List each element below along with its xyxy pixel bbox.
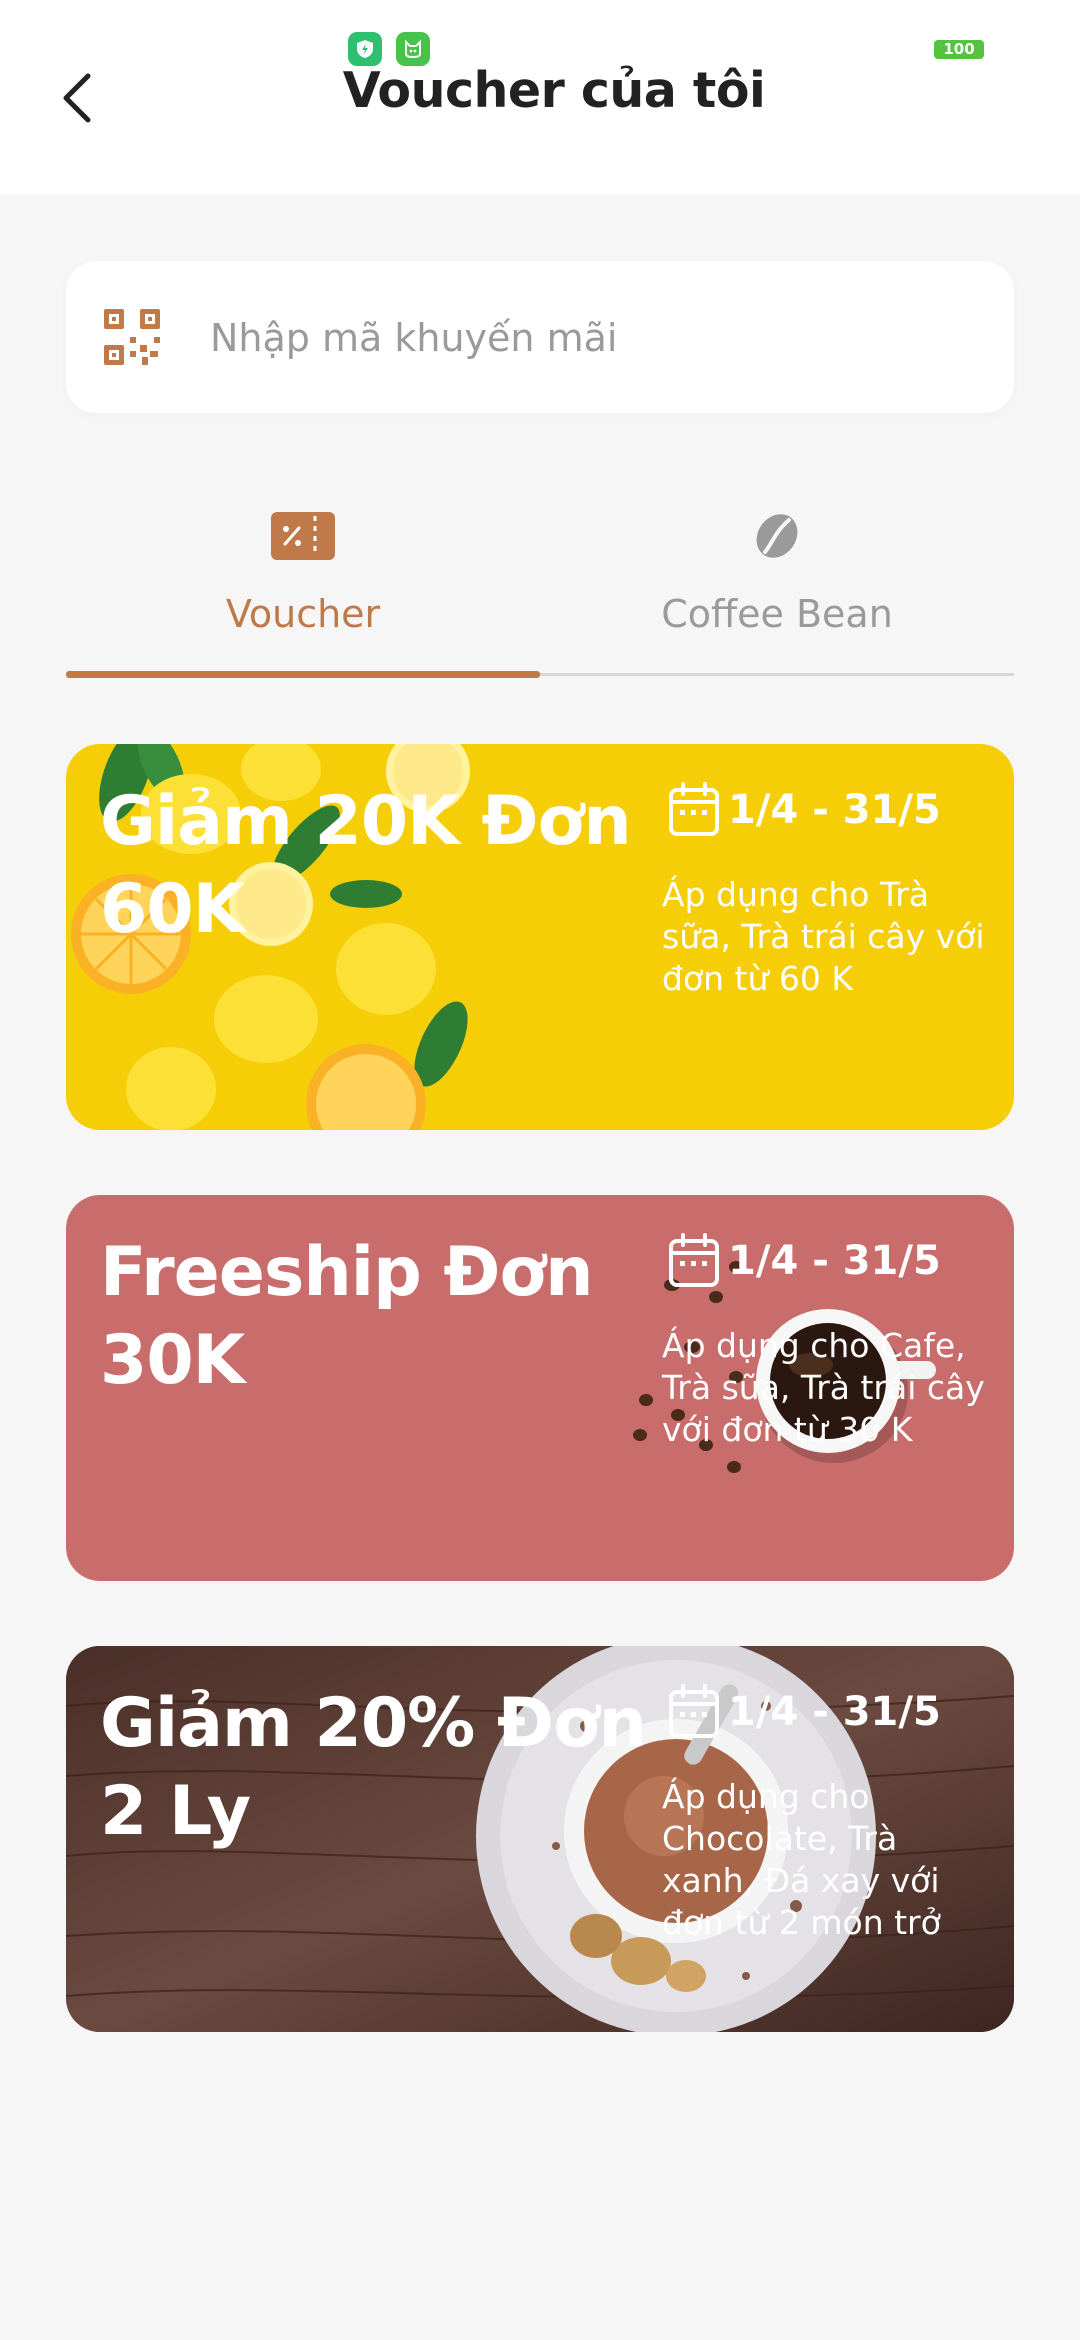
voucher-date-text: 1/4 - 31/5 — [728, 1238, 941, 1284]
status-bar-left — [348, 32, 430, 66]
voucher-title: Freeship Đơn 30K — [100, 1233, 594, 1400]
calendar-icon — [669, 1684, 719, 1738]
calendar-icon — [669, 1233, 719, 1287]
tab-voucher[interactable]: Voucher — [66, 510, 540, 680]
voucher-date-text: 1/4 - 31/5 — [728, 787, 941, 833]
tab-voucher-label: Voucher — [225, 592, 381, 636]
voucher-description: Áp dụng cho Chocolate, Trà xanh, Đá xay … — [662, 1777, 941, 1942]
tab-coffee-bean[interactable]: Coffee Bean — [540, 510, 1014, 680]
cat-app-icon — [396, 32, 430, 66]
qr-scan-icon[interactable] — [102, 307, 162, 367]
promo-code-box — [66, 261, 1014, 413]
voucher-card[interactable]: Giảm 20% Đơn 2 Ly 1/4 - 31/5 Áp dụng cho… — [66, 1646, 1014, 2032]
promo-code-input[interactable] — [208, 301, 972, 375]
voucher-card[interactable]: Freeship Đơn 30K 1/4 - 31/5 Áp dụng cho … — [66, 1195, 1014, 1581]
voucher-date: 1/4 - 31/5 — [668, 1233, 941, 1289]
page-title: Voucher của tôi — [342, 62, 766, 119]
voucher-date: 1/4 - 31/5 — [668, 1684, 941, 1740]
coffee-bean-icon — [756, 514, 798, 558]
voucher-date-text: 1/4 - 31/5 — [728, 1689, 941, 1735]
voucher-title: Giảm 20K Đơn 60K — [100, 782, 632, 949]
voucher-date: 1/4 - 31/5 — [668, 782, 941, 838]
battery-indicator: 100 — [934, 40, 984, 59]
calendar-icon — [669, 782, 719, 836]
voucher-icon — [271, 512, 335, 560]
shield-app-icon — [348, 32, 382, 66]
voucher-card[interactable]: Giảm 20K Đơn 60K 1/4 - 31/5 Áp dụng cho … — [66, 744, 1014, 1130]
app-header: 100 Voucher của tôi — [0, 0, 1080, 194]
voucher-title: Giảm 20% Đơn 2 Ly — [100, 1684, 647, 1851]
tab-active-indicator — [66, 671, 540, 678]
voucher-description: Áp dụng cho Trà sữa, Trà trái cây với đơ… — [662, 875, 985, 998]
tab-coffee-bean-label: Coffee Bean — [661, 592, 893, 636]
voucher-description: Áp dụng cho Cafe, Trà sữa, Trà trái cây … — [662, 1326, 985, 1449]
